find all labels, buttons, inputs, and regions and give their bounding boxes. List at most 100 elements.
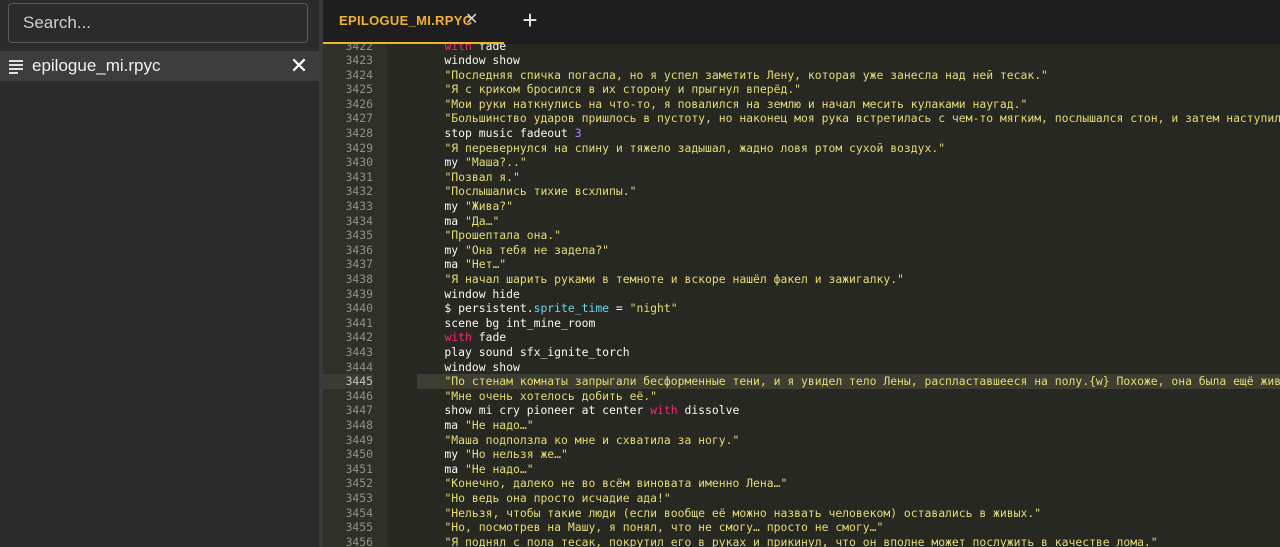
- tab-close-icon[interactable]: ✕: [465, 10, 478, 30]
- code-token: "Мои руки наткнулись на что-то, я повали…: [444, 96, 1028, 111]
- line-text: my "Маша?..": [417, 155, 526, 170]
- code-editor[interactable]: 3422 with fade 3423 window show 3424 "Посл…: [323, 44, 1280, 547]
- file-list-item[interactable]: epilogue_mi.rpyc ✕: [0, 51, 319, 81]
- code-line[interactable]: 3436 my "Она тебя не задела?": [323, 243, 1280, 258]
- code-token: my: [417, 242, 466, 257]
- code-token: sprite_time: [533, 301, 610, 316]
- code-token: "По стенам комнаты запрыгали бесформенны…: [444, 374, 1280, 389]
- line-number: 3425: [345, 82, 373, 97]
- code-token: window show: [417, 359, 520, 374]
- sidebar: epilogue_mi.rpyc ✕: [0, 0, 319, 547]
- code-line[interactable]: 3433 my "Жива?": [323, 199, 1280, 214]
- code-token: ma: [417, 417, 466, 432]
- tab-epilogue-mi[interactable]: EPILOGUE_MI.RPYC ✕: [323, 0, 504, 44]
- code-line[interactable]: 3422 with fade: [323, 44, 1280, 53]
- code-line[interactable]: 3430 my "Маша?..": [323, 155, 1280, 170]
- line-number: 3443: [345, 344, 373, 359]
- line-text: "Я поднял с пола тесак, покрутил его в р…: [417, 534, 1158, 547]
- plus-icon[interactable]: +: [516, 5, 544, 35]
- line-text: "Последняя спичка погасла, но я успел за…: [417, 68, 1047, 83]
- code-line[interactable]: 3455 "Но, посмотрев на Машу, я понял, чт…: [323, 520, 1280, 535]
- line-number: 3426: [345, 96, 373, 111]
- code-line[interactable]: 3423 window show: [323, 53, 1280, 68]
- line-number: 3440: [345, 301, 373, 316]
- code-token: "night": [629, 301, 678, 316]
- code-line[interactable]: 3443 play sound sfx_ignite_torch: [323, 345, 1280, 360]
- code-token: fade: [471, 44, 507, 53]
- line-text: "Я с криком бросился в их сторону и прыг…: [417, 82, 801, 97]
- code-token: ma: [417, 213, 466, 228]
- code-line[interactable]: 3424 "Последняя спичка погасла, но я усп…: [323, 68, 1280, 83]
- line-number: 3447: [345, 403, 373, 418]
- code-line[interactable]: 3456 "Я поднял с пола тесак, покрутил ег…: [323, 535, 1280, 547]
- search-input[interactable]: [8, 3, 308, 43]
- code-token: "Послышались тихие всхлипы.": [444, 184, 637, 199]
- line-number: 3450: [345, 447, 373, 462]
- line-text: "Но ведь она просто исчадие ада!": [417, 491, 670, 506]
- code-token: "Прошептала она.": [444, 228, 562, 243]
- line-text: "Большинство ударов пришлось в пустоту, …: [417, 111, 1280, 126]
- code-line[interactable]: 3441 scene bg int_mine_room: [323, 316, 1280, 331]
- code-token: "Я поднял с пола тесак, покрутил его в р…: [444, 534, 1158, 547]
- code-token: "Не надо…": [465, 417, 534, 432]
- code-line[interactable]: 3448 ma "Не надо…": [323, 418, 1280, 433]
- code-line[interactable]: 3446 "Мне очень хотелось добить её.": [323, 389, 1280, 404]
- code-line[interactable]: 3428 stop music fadeout 3: [323, 126, 1280, 141]
- line-number: 3429: [345, 140, 373, 155]
- code-token: "Нет…": [465, 257, 507, 272]
- code-line[interactable]: 3429 "Я перевернулся на спину и тяжело з…: [323, 141, 1280, 156]
- code-line[interactable]: 3427 "Большинство ударов пришлось в пуст…: [323, 111, 1280, 126]
- code-line[interactable]: 3440 $ persistent.sprite_time = "night": [323, 301, 1280, 316]
- file-name: epilogue_mi.rpyc: [32, 56, 161, 75]
- code-token: "Нельзя, чтобы такие люди (если вообще е…: [444, 505, 1042, 520]
- code-line[interactable]: 3435 "Прошептала она.": [323, 228, 1280, 243]
- code-token: "Жива?": [465, 199, 514, 214]
- code-token: my: [417, 155, 466, 170]
- code-token: "Я начал шарить руками в темноте и вскор…: [444, 272, 904, 286]
- line-number: 3445: [323, 374, 373, 389]
- code-line[interactable]: 3426 "Мои руки наткнулись на что-то, я п…: [323, 97, 1280, 112]
- code-line[interactable]: 3425 "Я с криком бросился в их сторону и…: [323, 82, 1280, 97]
- code-token: "Конечно, далеко не во всём виновата име…: [444, 476, 788, 491]
- line-text: window show: [417, 53, 519, 68]
- code-line[interactable]: 3453 "Но ведь она просто исчадие ада!": [323, 491, 1280, 506]
- line-number: 3424: [345, 67, 373, 82]
- line-number: 3437: [345, 257, 373, 272]
- line-text: "Конечно, далеко не во всём виновата име…: [417, 476, 787, 491]
- line-text: scene bg int_mine_room: [417, 316, 595, 331]
- code-line[interactable]: 3431 "Позвал я.": [323, 170, 1280, 185]
- code-line[interactable]: 3437 ma "Нет…": [323, 257, 1280, 272]
- line-text: show mi cry pioneer at center with disso…: [417, 403, 739, 418]
- code-line[interactable]: 3454 "Нельзя, чтобы такие люди (если воо…: [323, 506, 1280, 521]
- code-line[interactable]: 3451 ma "Не надо…": [323, 462, 1280, 477]
- line-number: 3446: [345, 388, 373, 403]
- code-line[interactable]: 3444 window show: [323, 360, 1280, 375]
- code-line[interactable]: 3447 show mi cry pioneer at center with …: [323, 403, 1280, 418]
- code-line[interactable]: 3452 "Конечно, далеко не во всём виноват…: [323, 476, 1280, 491]
- tab-bar: EPILOGUE_MI.RPYC ✕ +: [323, 0, 1280, 44]
- code-line[interactable]: 3434 ma "Да…": [323, 214, 1280, 229]
- line-text: $ persistent.sprite_time = "night": [417, 301, 678, 316]
- line-text: play sound sfx_ignite_torch: [417, 345, 629, 360]
- code-line[interactable]: 3442 with fade: [323, 330, 1280, 345]
- code-line[interactable]: 3432 "Послышались тихие всхлипы.": [323, 184, 1280, 199]
- code-line[interactable]: 3445 "По стенам комнаты запрыгали бесфор…: [323, 374, 1280, 389]
- line-text: "По стенам комнаты запрыгали бесформенны…: [417, 374, 1280, 389]
- line-number: 3442: [345, 330, 373, 345]
- close-icon[interactable]: ✕: [287, 54, 311, 78]
- code-line[interactable]: 3450 my "Но нельзя же…": [323, 447, 1280, 462]
- code-line[interactable]: 3449 "Маша подползла ко мне и схватила з…: [323, 433, 1280, 448]
- code-token: with: [650, 403, 678, 418]
- code-token: "Позвал я.": [444, 169, 520, 184]
- code-line[interactable]: 3438 "Я начал шарить руками в темноте и …: [323, 272, 1280, 287]
- line-number: 3422: [345, 44, 373, 53]
- code-line[interactable]: 3439 window hide: [323, 287, 1280, 302]
